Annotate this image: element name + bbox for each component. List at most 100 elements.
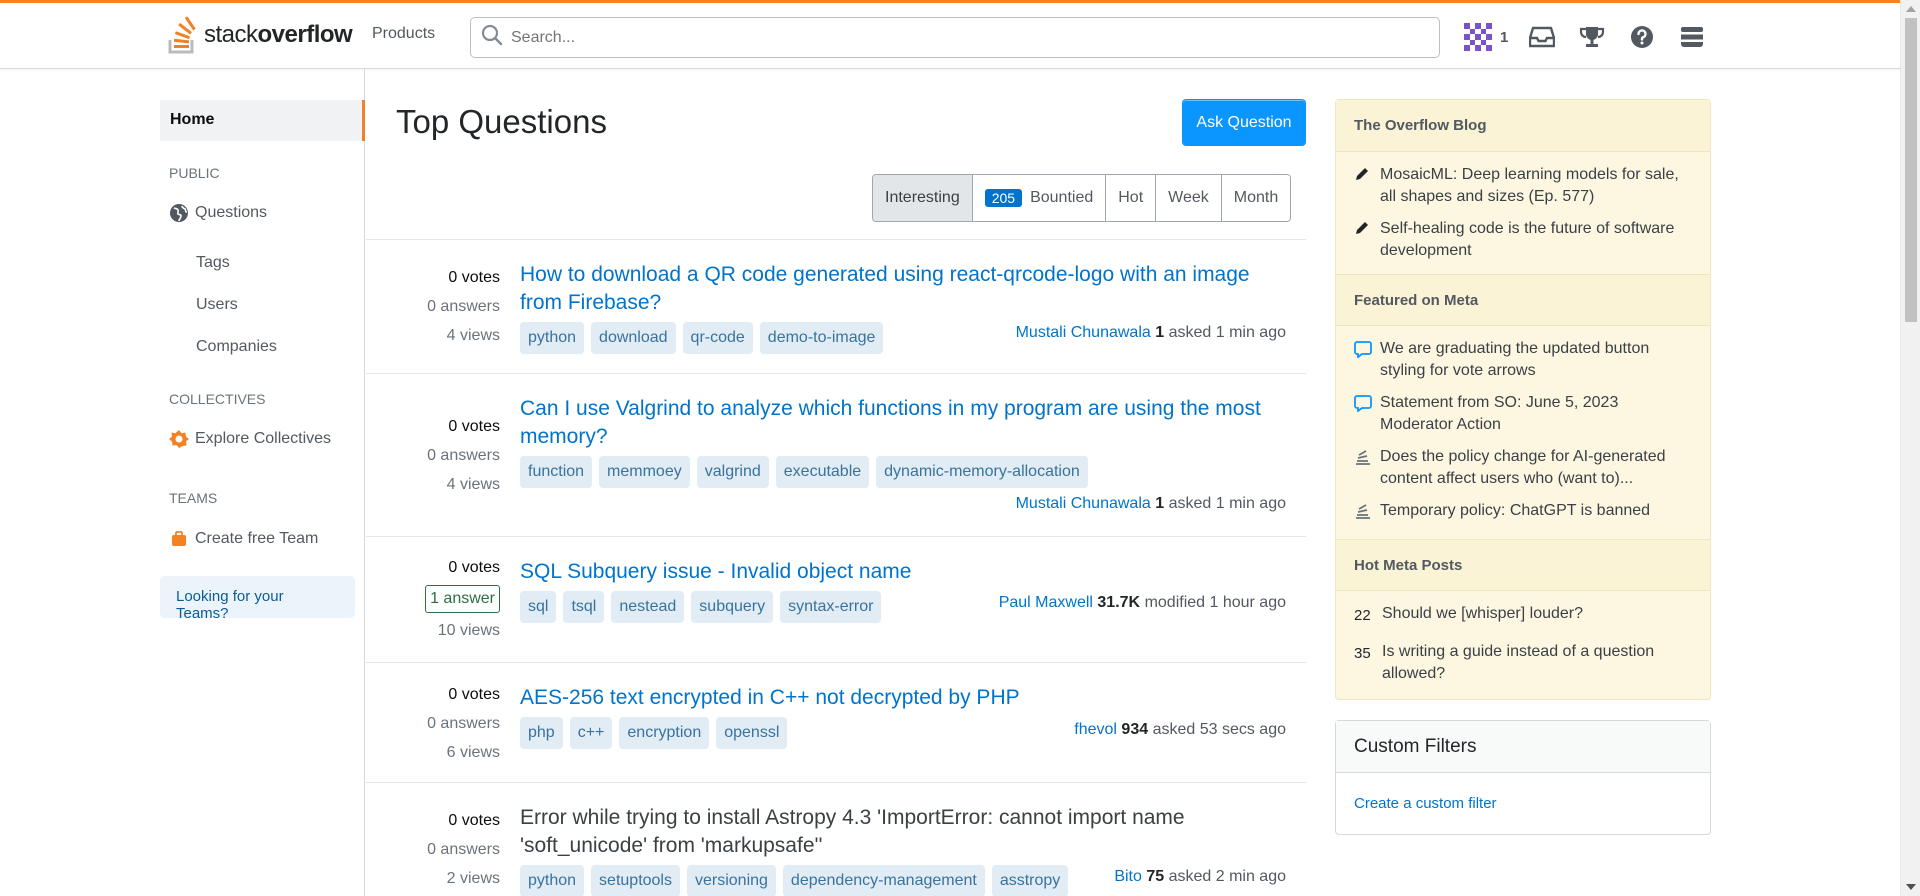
filter-hot[interactable]: Hot (1106, 175, 1157, 221)
page-scrollbar[interactable] (1900, 0, 1920, 896)
question-summary: 0 votes 0 answers 2 views Error while tr… (366, 783, 1306, 896)
nav-tags[interactable]: Tags (196, 254, 230, 272)
nav-companies[interactable]: Companies (196, 338, 277, 356)
tag[interactable]: c++ (569, 717, 613, 749)
nav-section-teams: TEAMS (169, 490, 218, 506)
meta-item-link[interactable]: We are graduating the updated button sty… (1380, 338, 1692, 382)
meta-item-link[interactable]: Does the policy change for AI-generated … (1380, 446, 1692, 490)
products-menu[interactable]: Products (372, 25, 435, 43)
question-title-link[interactable]: How to download a QR code generated usin… (520, 261, 1290, 317)
question-timestamp[interactable]: modified 1 hour ago (1145, 594, 1286, 611)
vote-count: 0 votes (448, 559, 500, 576)
tag[interactable]: python (520, 322, 585, 354)
user-link[interactable]: Mustali Chunawala (1016, 324, 1151, 341)
view-count: 4 views (446, 476, 500, 493)
tag[interactable]: syntax-error (780, 591, 882, 623)
meta-item-link[interactable]: Temporary policy: ChatGPT is banned (1380, 500, 1650, 527)
tag[interactable]: dynamic-memory-allocation (876, 456, 1088, 488)
logo-text: stackoverflow (204, 21, 353, 48)
question-timestamp[interactable]: asked 1 min ago (1169, 495, 1286, 512)
tag[interactable]: function (520, 456, 593, 488)
hot-meta-header: Hot Meta Posts (1336, 539, 1710, 591)
search-input[interactable] (511, 28, 1411, 47)
tag[interactable]: versioning (686, 865, 776, 896)
tag[interactable]: python (520, 865, 585, 896)
site-switcher-icon[interactable] (1676, 21, 1708, 53)
tag[interactable]: setuptools (591, 865, 680, 896)
meta-item[interactable]: Temporary policy: ChatGPT is banned (1336, 500, 1710, 527)
hot-meta-link[interactable]: Should we [whisper] louder? (1382, 603, 1583, 627)
reputation-count[interactable]: 1 (1500, 29, 1508, 46)
meta-item[interactable]: Does the policy change for AI-generated … (1336, 446, 1710, 490)
question-title-link[interactable]: Can I use Valgrind to analyze which func… (520, 395, 1290, 451)
tag[interactable]: openssl (716, 717, 788, 749)
looking-for-teams-link[interactable]: Looking for your Teams? (160, 576, 355, 622)
inbox-icon[interactable] (1526, 21, 1558, 53)
tag[interactable]: valgrind (696, 456, 769, 488)
user-link[interactable]: Mustali Chunawala (1016, 495, 1151, 512)
tag[interactable]: asstropy (991, 865, 1069, 896)
tag[interactable]: sql (520, 591, 557, 623)
ask-question-button[interactable]: Ask Question (1182, 99, 1306, 146)
tag[interactable]: memmoey (599, 456, 690, 488)
question-timestamp[interactable]: asked 2 min ago (1169, 868, 1286, 885)
tag[interactable]: subquery (691, 591, 774, 623)
hot-meta-item[interactable]: 35 Is writing a guide instead of a quest… (1336, 641, 1710, 685)
tag[interactable]: tsql (563, 591, 605, 623)
question-tags: function memmoey valgrind executable dyn… (520, 456, 1290, 488)
nav-explore-collectives[interactable]: Explore Collectives (169, 429, 331, 449)
nav-home[interactable]: Home (160, 100, 365, 141)
answer-count-accepted: 1 answer (425, 585, 500, 613)
blog-item-link[interactable]: Self-healing code is the future of softw… (1380, 218, 1692, 262)
blog-item-link[interactable]: MosaicML: Deep learning models for sale,… (1380, 164, 1692, 208)
user-link[interactable]: fhevol (1074, 721, 1117, 738)
question-stats: 0 votes 0 answers 2 views (427, 806, 500, 893)
user-link[interactable]: Bito (1114, 868, 1142, 885)
nav-section-collectives: COLLECTIVES (169, 391, 266, 407)
nav-create-team[interactable]: Create free Team (169, 529, 318, 549)
blog-item[interactable]: MosaicML: Deep learning models for sale,… (1336, 164, 1710, 208)
question-summary: 0 votes 0 answers 4 views How to downloa… (366, 240, 1306, 374)
hot-meta-link[interactable]: Is writing a guide instead of a question… (1382, 641, 1692, 685)
scroll-up-arrow-icon[interactable] (1906, 6, 1916, 12)
stackoverflow-logo[interactable]: stackoverflow (168, 15, 353, 55)
tag[interactable]: nestead (611, 591, 685, 623)
hot-meta-count: 35 (1354, 645, 1371, 662)
tag[interactable]: download (591, 322, 676, 354)
scroll-down-arrow-icon[interactable] (1906, 884, 1916, 890)
nav-questions[interactable]: Questions (169, 203, 267, 223)
question-timestamp[interactable]: asked 1 min ago (1169, 324, 1286, 341)
question-summary: 0 votes 0 answers 4 views Can I use Valg… (366, 374, 1306, 537)
avatar-identicon[interactable] (1462, 21, 1494, 53)
meta-item[interactable]: We are graduating the updated button sty… (1336, 338, 1710, 382)
filter-interesting[interactable]: Interesting (873, 175, 973, 221)
question-title-link[interactable]: AES-256 text encrypted in C++ not decryp… (520, 684, 1290, 712)
filter-bountied[interactable]: 205 Bountied (972, 175, 1107, 221)
question-timestamp[interactable]: asked 53 secs ago (1153, 721, 1286, 738)
user-link[interactable]: Paul Maxwell (999, 594, 1093, 611)
filter-month[interactable]: Month (1221, 175, 1291, 221)
hot-meta-item[interactable]: 22 Should we [whisper] louder? (1336, 603, 1710, 627)
tag[interactable]: executable (775, 456, 870, 488)
tag[interactable]: php (520, 717, 563, 749)
question-title-link[interactable]: Error while trying to install Astropy 4.… (520, 804, 1290, 860)
blog-header: The Overflow Blog (1336, 100, 1710, 152)
question-title-link[interactable]: SQL Subquery issue - Invalid object name (520, 558, 1290, 586)
stack-logo-icon (168, 16, 200, 54)
tag[interactable]: encryption (619, 717, 710, 749)
blog-item[interactable]: Self-healing code is the future of softw… (1336, 218, 1710, 262)
filter-week[interactable]: Week (1156, 175, 1222, 221)
nav-users[interactable]: Users (196, 296, 238, 314)
search-box[interactable] (470, 17, 1440, 58)
tag[interactable]: qr-code (682, 322, 753, 354)
scrollbar-thumb[interactable] (1905, 18, 1917, 322)
page-title: Top Questions (396, 103, 607, 140)
achievements-icon[interactable] (1576, 21, 1608, 53)
help-icon[interactable] (1626, 21, 1658, 53)
tag[interactable]: demo-to-image (759, 322, 884, 354)
tag[interactable]: dependency-management (782, 865, 985, 896)
user-reputation: 1 (1155, 495, 1165, 512)
meta-item[interactable]: Statement from SO: June 5, 2023 Moderato… (1336, 392, 1710, 436)
meta-item-link[interactable]: Statement from SO: June 5, 2023 Moderato… (1380, 392, 1692, 436)
create-custom-filter-link[interactable]: Create a custom filter (1336, 773, 1710, 834)
